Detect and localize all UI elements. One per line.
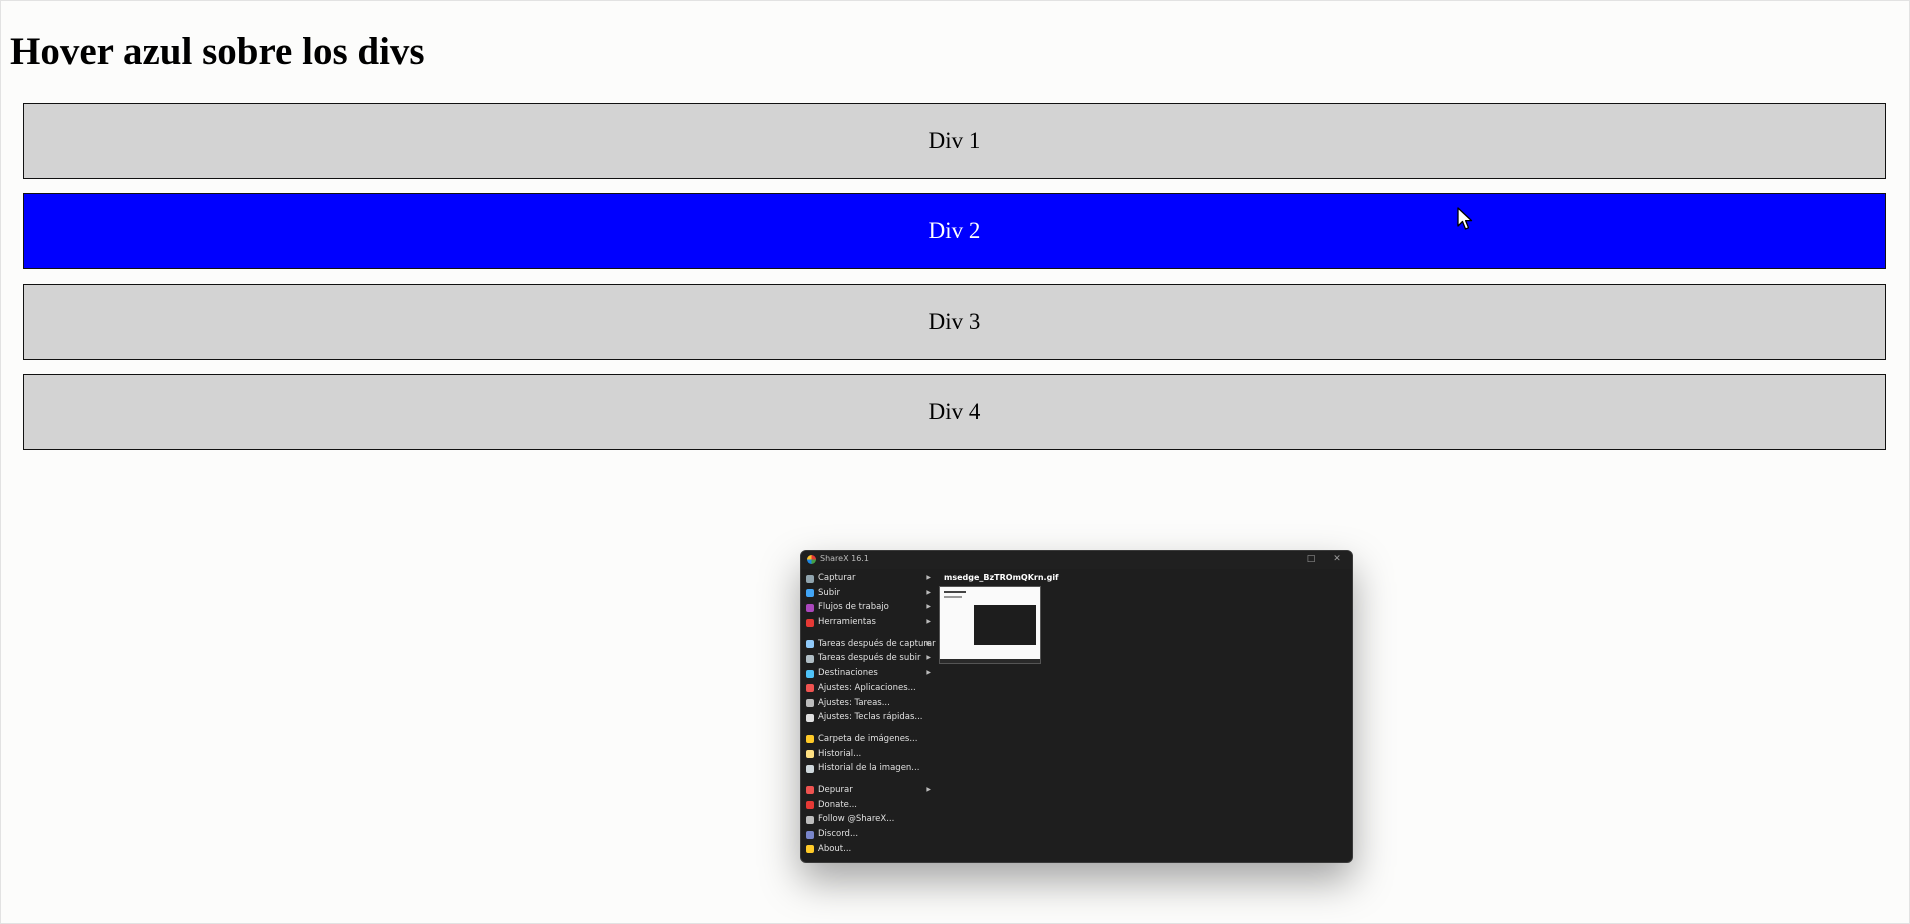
- app-settings-icon: [806, 684, 814, 693]
- menu-item-destinations[interactable]: Destinaciones ▶: [803, 666, 933, 681]
- submenu-arrow-icon: ▶: [926, 603, 931, 611]
- div-box-label: Div 2: [928, 218, 981, 243]
- submenu-arrow-icon: ▶: [926, 618, 931, 626]
- menu-item-history[interactable]: Historial...: [803, 747, 933, 762]
- menu-item-label: Follow @ShareX...: [818, 814, 895, 825]
- sharex-logo-icon: [807, 555, 816, 564]
- menu-item-x-logo[interactable]: Follow @ShareX...: [803, 812, 933, 827]
- menu-item-label: Historial...: [818, 748, 862, 759]
- menu-item-label: Capturar: [818, 573, 856, 583]
- menu-item-after-upload[interactable]: Tareas después de subir ▶: [803, 651, 933, 666]
- menu-item-heart[interactable]: Donate...: [803, 798, 933, 813]
- sharex-title: ShareX 16.1: [820, 554, 869, 563]
- menu-item-label: Subir: [818, 587, 841, 598]
- page-title: Hover azul sobre los divs: [10, 30, 425, 73]
- menu-item-label: Ajustes: Tareas...: [818, 697, 890, 708]
- div-box-label: Div 1: [928, 128, 981, 153]
- submenu-arrow-icon: ▶: [926, 654, 931, 662]
- menu-item-gear[interactable]: Ajustes: Tareas...: [803, 696, 933, 711]
- menu-item-image-history[interactable]: Historial de la imagen...: [803, 761, 933, 776]
- menu-item-toolbox[interactable]: Herramientas ▶: [803, 615, 933, 630]
- menu-item-label: Carpeta de imágenes...: [818, 733, 918, 744]
- menu-item-label: Destinaciones: [818, 668, 878, 679]
- sharex-titlebar[interactable]: ShareX 16.1 □ ✕: [801, 551, 1352, 569]
- submenu-arrow-icon: ▶: [926, 669, 931, 677]
- menu-separator: [803, 630, 933, 637]
- destinations-icon: [806, 669, 814, 678]
- heart-icon: [806, 801, 814, 810]
- submenu-arrow-icon: ▶: [926, 588, 931, 596]
- menu-item-keyboard[interactable]: Ajustes: Teclas rápidas...: [803, 710, 933, 725]
- menu-item-label: Ajustes: Teclas rápidas...: [818, 712, 923, 723]
- close-icon[interactable]: ✕: [1330, 553, 1344, 565]
- monitor-icon: [806, 574, 814, 583]
- div-box-2[interactable]: Div 2: [23, 193, 1886, 269]
- submenu-arrow-icon: ▶: [926, 574, 931, 581]
- menu-item-monitor[interactable]: Capturar ▶: [803, 571, 933, 586]
- discord-icon: [806, 830, 814, 839]
- menu-separator: [803, 776, 933, 783]
- history-icon: [806, 750, 814, 759]
- submenu-arrow-icon: ▶: [926, 785, 931, 793]
- div-box-label: Div 3: [928, 309, 981, 334]
- arrow-cursor-icon: [1457, 207, 1473, 230]
- thumbnail-taskbar: [940, 659, 1040, 663]
- workflow-icon: [806, 603, 814, 612]
- keyboard-icon: [806, 713, 814, 722]
- toolbox-icon: [806, 618, 814, 627]
- menu-item-discord[interactable]: Discord...: [803, 827, 933, 842]
- menu-item-app-settings[interactable]: Ajustes: Aplicaciones...: [803, 681, 933, 696]
- menu-item-label: Flujos de trabajo: [818, 602, 889, 613]
- gear-icon: [806, 699, 814, 707]
- image-history-icon: [806, 764, 814, 773]
- thumbnail-filename: msedge_BzTROmQKrn.gif: [944, 573, 1059, 582]
- menu-item-label: Discord...: [818, 829, 859, 839]
- capture-thumbnail[interactable]: [939, 586, 1041, 664]
- thumbnail-text-line: [944, 596, 962, 598]
- menu-item-folder[interactable]: Carpeta de imágenes...: [803, 732, 933, 747]
- thumbnail-window-preview: [974, 605, 1036, 645]
- menu-item-label: Donate...: [818, 799, 858, 810]
- upload-icon: [806, 589, 814, 598]
- menu-item-crown[interactable]: About...: [803, 842, 933, 857]
- div-box-label: Div 4: [928, 399, 981, 424]
- crown-icon: [806, 845, 814, 854]
- menu-item-label: Herramientas: [818, 617, 876, 628]
- menu-item-label: Ajustes: Aplicaciones...: [818, 682, 916, 693]
- div-box-1[interactable]: Div 1: [23, 103, 1886, 179]
- maximize-icon[interactable]: □: [1304, 553, 1318, 565]
- menu-item-upload[interactable]: Subir ▶: [803, 586, 933, 601]
- menu-item-label: Depurar: [818, 784, 853, 795]
- after-capture-icon: [806, 640, 814, 649]
- thumbnail-text-line: [944, 591, 966, 593]
- menu-separator: [803, 725, 933, 732]
- debug-icon: [806, 786, 814, 795]
- div-box-3[interactable]: Div 3: [23, 284, 1886, 360]
- x-logo-icon: [806, 815, 814, 824]
- sharex-main-menu: Capturar ▶ Subir ▶ Flujos de trabajo ▶ Herrami…: [803, 571, 936, 857]
- menu-item-label: About...: [818, 843, 852, 854]
- sharex-window[interactable]: ShareX 16.1 □ ✕ Capturar ▶ Subir ▶ Flujos de…: [800, 550, 1353, 863]
- submenu-arrow-icon: ▶: [926, 639, 931, 647]
- menu-item-label: Tareas después de subir: [818, 653, 921, 664]
- menu-item-after-capture[interactable]: Tareas después de capturar ▶: [803, 637, 936, 652]
- div-box-4[interactable]: Div 4: [23, 374, 1886, 450]
- menu-item-label: Tareas después de capturar: [818, 638, 936, 649]
- after-upload-icon: [806, 654, 814, 663]
- folder-icon: [806, 735, 814, 744]
- menu-item-workflow[interactable]: Flujos de trabajo ▶: [803, 600, 933, 615]
- menu-item-debug[interactable]: Depurar ▶: [803, 783, 933, 798]
- menu-item-label: Historial de la imagen...: [818, 763, 920, 774]
